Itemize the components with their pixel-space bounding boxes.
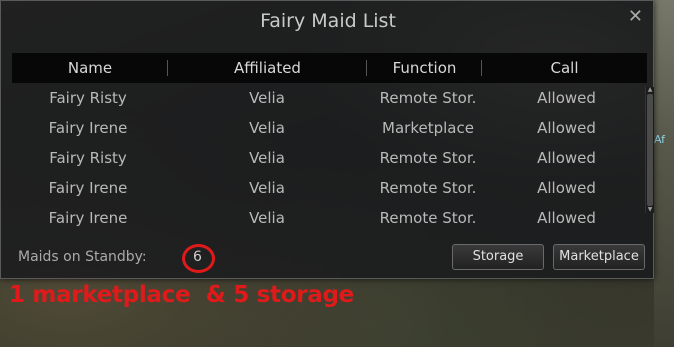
maid-affiliated: Velia [249, 179, 285, 197]
maid-function: Marketplace [382, 119, 474, 137]
maid-call: Allowed [537, 119, 596, 137]
maid-name: Fairy Irene [48, 119, 128, 137]
table-header: Name Affiliated Function Call [12, 53, 647, 83]
fairy-maid-list-window: Fairy Maid List ✕ Name Affiliated Functi… [0, 0, 654, 279]
column-header-name: Name [12, 53, 168, 83]
maid-name: Fairy Irene [48, 179, 128, 197]
maid-call: Allowed [537, 179, 596, 197]
table-row[interactable]: Fairy Risty Velia Remote Stor. Allowed [12, 83, 647, 113]
scroll-up-icon[interactable]: ▲ [646, 87, 654, 93]
column-header-affiliated: Affiliated [168, 53, 367, 83]
maid-function: Remote Stor. [379, 209, 477, 227]
maid-affiliated: Velia [249, 119, 285, 137]
scene-edge-text: Af [654, 133, 666, 146]
list-scrollbar[interactable]: ▲ ▼ [645, 87, 654, 213]
maid-call: Allowed [537, 209, 596, 227]
marketplace-button[interactable]: Marketplace [553, 244, 645, 270]
table-row[interactable]: Fairy Irene Velia Remote Stor. Allowed [12, 203, 647, 233]
maid-function: Remote Stor. [379, 149, 477, 167]
maid-call: Allowed [537, 149, 596, 167]
maid-list: Fairy Risty Velia Remote Stor. Allowed F… [12, 83, 647, 233]
maid-function: Remote Stor. [379, 89, 477, 107]
maid-name: Fairy Irene [48, 209, 128, 227]
maids-on-standby-label: Maids on Standby: [18, 249, 147, 265]
scroll-thumb[interactable] [647, 94, 653, 206]
window-title: Fairy Maid List [260, 10, 396, 32]
table-row[interactable]: Fairy Irene Velia Marketplace Allowed [12, 113, 647, 143]
close-icon[interactable]: ✕ [628, 7, 643, 27]
table-row[interactable]: Fairy Irene Velia Remote Stor. Allowed [12, 173, 647, 203]
maid-name: Fairy Risty [49, 149, 127, 167]
game-scene-background [654, 0, 674, 347]
scroll-down-icon[interactable]: ▼ [646, 207, 654, 213]
table-row[interactable]: Fairy Risty Velia Remote Stor. Allowed [12, 143, 647, 173]
maid-name: Fairy Risty [49, 89, 127, 107]
annotation-text: 1 marketplace & 5 storage [9, 282, 354, 308]
maid-affiliated: Velia [249, 209, 285, 227]
maid-function: Remote Stor. [379, 179, 477, 197]
highlight-circle [182, 244, 215, 273]
column-header-function: Function [367, 53, 482, 83]
column-header-call: Call [550, 59, 579, 77]
storage-button[interactable]: Storage [452, 244, 544, 270]
maid-call: Allowed [537, 89, 596, 107]
maid-affiliated: Velia [249, 89, 285, 107]
maid-affiliated: Velia [249, 149, 285, 167]
